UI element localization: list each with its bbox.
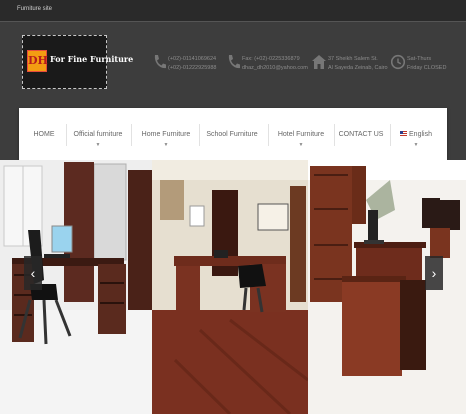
nav-official-furniture[interactable]: Official furniture ▼ — [71, 108, 125, 160]
slider-image — [0, 160, 466, 414]
nav-home[interactable]: HOME — [29, 108, 59, 160]
fax-email[interactable]: dhaz_dh2010@yahoo.com — [242, 65, 308, 71]
contact-phone: (+02)-01141069624 (+02)-01222925988 — [152, 52, 222, 80]
nav-language[interactable]: English ▼ — [397, 108, 435, 160]
top-bar: Furniture site — [0, 0, 466, 22]
nav-school-furniture[interactable]: School Furniture — [206, 108, 258, 160]
fax-line-1: Fax: (+02)-0225336879 — [242, 56, 300, 62]
nav-divider — [199, 124, 200, 146]
logo-name: For Fine Furniture — [50, 54, 134, 64]
address-line-1: 37 Sheikh Salem St. — [328, 56, 378, 62]
phone-line-1: (+02)-01141069624 — [168, 56, 217, 62]
nav-divider — [390, 124, 391, 146]
address-line-2: Al Sayeda Zeinab, Cairo — [328, 65, 388, 71]
hours-line-1: Sat-Thurs — [407, 56, 432, 62]
nav-divider — [268, 124, 269, 146]
nav-home-label: HOME — [33, 131, 55, 138]
chevron-down-icon: ▼ — [298, 142, 304, 148]
site-title: Furniture site — [17, 6, 53, 12]
nav-contact-us[interactable]: CONTACT US — [338, 108, 384, 160]
chevron-down-icon: ▼ — [163, 142, 169, 148]
hero-slider — [0, 160, 466, 414]
contact-fax: Fax: (+02)-0225336879 dhaz_dh2010@yahoo.… — [226, 52, 308, 80]
nav-contact-label: CONTACT US — [338, 131, 384, 138]
nav-divider — [131, 124, 132, 146]
main-nav: HOME Official furniture ▼ Home Furniture… — [19, 108, 447, 160]
slider-next-button[interactable]: › — [425, 256, 443, 290]
nav-language-label: English — [409, 131, 432, 138]
nav-official-label: Official furniture — [73, 131, 123, 138]
logo-mark: DH — [27, 50, 48, 72]
fax-icon — [228, 55, 240, 69]
nav-divider — [334, 124, 335, 146]
nav-divider — [66, 124, 67, 146]
nav-school-label: School Furniture — [206, 131, 258, 138]
contact-address: 37 Sheikh Salem St. Al Sayeda Zeinab, Ca… — [312, 52, 388, 80]
nav-hotel-furniture[interactable]: Hotel Furniture ▼ — [275, 108, 327, 160]
phone-icon — [154, 55, 166, 69]
contact-hours: Sat-Thurs Friday CLOSED — [391, 52, 453, 80]
logo[interactable]: DH For Fine Furniture — [22, 35, 133, 89]
hours-line-2: Friday CLOSED — [407, 65, 447, 71]
chevron-down-icon: ▼ — [413, 142, 419, 148]
phone-line-2: (+02)-01222925988 — [168, 65, 217, 71]
clock-icon — [391, 54, 405, 70]
nav-language-wrap: English — [400, 131, 432, 138]
chevron-down-icon: ▼ — [95, 142, 101, 148]
nav-hotel-label: Hotel Furniture — [277, 131, 325, 138]
us-flag-icon — [400, 131, 408, 136]
nav-home-furniture[interactable]: Home Furniture ▼ — [140, 108, 192, 160]
home-icon — [312, 55, 326, 69]
nav-home-furniture-label: Home Furniture — [141, 131, 191, 138]
slider-prev-button[interactable]: ‹ — [24, 256, 42, 290]
